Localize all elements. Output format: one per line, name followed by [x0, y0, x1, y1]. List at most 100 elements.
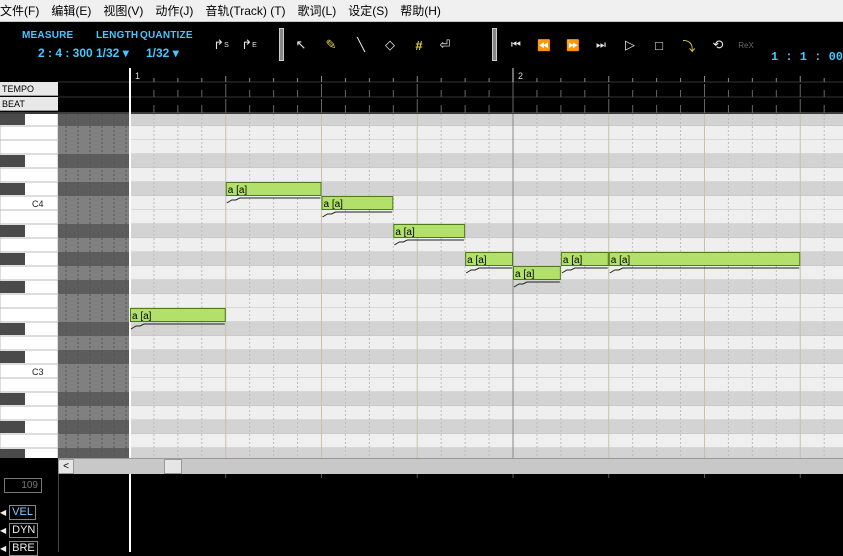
note-lane	[130, 378, 843, 392]
note-lane	[130, 448, 843, 458]
piano-roll[interactable]: C4 C3 a [a] a [a] a [a] a [a] a [a] a [a] a [a] a…	[0, 114, 843, 458]
c4-label: C4	[32, 199, 44, 209]
scroll-left-icon[interactable]: <	[58, 459, 74, 474]
beat-label: BEAT	[0, 97, 58, 111]
stop-icon[interactable]: □	[650, 36, 668, 54]
note-lane	[130, 308, 843, 322]
toolbar-separator	[492, 28, 497, 61]
preroll-lane	[58, 336, 130, 350]
rewire-icon[interactable]: ReX	[737, 36, 755, 54]
end-marker-icon[interactable]: ↱ E	[240, 36, 258, 54]
rewind-icon[interactable]: ⏪	[535, 36, 553, 54]
rewind-to-start-icon[interactable]: ⏮	[507, 36, 525, 54]
preroll-lane	[58, 294, 130, 308]
ruler: TEMPO BEAT 1 2	[0, 68, 843, 114]
preroll-lane	[58, 168, 130, 182]
arrow-tool-icon[interactable]: ↖	[292, 36, 310, 54]
ruler-grid	[0, 68, 843, 114]
note-lane	[130, 434, 843, 448]
note-lyric: a [a]	[228, 185, 248, 196]
note-lane	[130, 238, 843, 252]
preroll-lane	[58, 182, 130, 196]
quantize-value: 1/32	[146, 46, 170, 60]
note-lane	[130, 294, 843, 308]
control-option-dyn[interactable]: ◀ DYN	[0, 523, 39, 538]
menu-item-6[interactable]: 设定(S)	[348, 2, 394, 19]
preroll-lane	[58, 406, 130, 420]
piano-roll-canvas[interactable]: C4 C3 a [a] a [a] a [a] a [a] a [a] a [a] a [a] a…	[0, 114, 843, 458]
pencil-tool-icon[interactable]: ✎	[322, 36, 340, 54]
white-key	[0, 363, 59, 379]
menu-item-3[interactable]: 动作(J)	[155, 2, 199, 19]
scroll-thumb[interactable]	[164, 459, 182, 474]
menu-item-1[interactable]: 编辑(E)	[51, 2, 97, 19]
note-lane	[130, 114, 843, 126]
chevron-down-icon: ▾	[119, 46, 129, 60]
fast-forward-icon[interactable]: ⏩	[564, 36, 582, 54]
white-key	[0, 139, 59, 155]
grid-snap-icon[interactable]: #	[410, 36, 428, 54]
control-option-bre[interactable]: ◀ BRE	[0, 541, 38, 556]
preroll-lane	[58, 420, 130, 434]
preroll-lane	[58, 434, 130, 448]
menu-item-7[interactable]: 帮助(H)	[400, 2, 447, 19]
note-lyric: a [a]	[324, 199, 344, 210]
white-key	[0, 265, 59, 281]
chevron-left-icon: ◀	[0, 508, 7, 517]
preroll-lane	[58, 210, 130, 224]
note-lane	[130, 406, 843, 420]
black-key	[0, 449, 25, 458]
control-grid	[129, 474, 801, 552]
black-key	[0, 253, 25, 265]
note-lane	[130, 140, 843, 154]
black-key	[0, 281, 25, 293]
auto-vibrato-icon[interactable]: ⏎	[436, 36, 454, 54]
scroll-corner	[0, 458, 58, 474]
preroll-lane	[58, 364, 130, 378]
eraser-tool-icon[interactable]: ◇	[381, 36, 399, 54]
menu-bar: 文件(F) 编辑(E) 视图(V) 动作(J) 音轨(Track) (T) 歌词(L) 设定…	[0, 0, 843, 22]
note-lane	[130, 392, 843, 406]
black-key	[0, 421, 25, 433]
length-label: LENGTH	[96, 30, 139, 41]
menu-item-2[interactable]: 视图(V)	[103, 2, 149, 19]
black-key	[0, 351, 25, 363]
horizontal-scrollbar[interactable]: <	[58, 458, 843, 474]
preroll-lane	[58, 126, 130, 140]
measure-label: MEASURE	[22, 30, 74, 41]
note-lyric: a [a]	[563, 255, 583, 266]
forward-to-end-icon[interactable]: ⏭	[592, 36, 610, 54]
white-key	[0, 433, 59, 449]
start-marker-icon[interactable]: ↱ S	[212, 36, 230, 54]
tempo-label: TEMPO	[0, 82, 58, 96]
note-lyric: a [a]	[467, 255, 487, 266]
note-lyric: a [a]	[611, 255, 631, 266]
note-lane	[130, 154, 843, 168]
record-icon[interactable]: ⤵	[680, 36, 698, 54]
menu-item-0[interactable]: 文件(F)	[0, 2, 45, 19]
note-lane	[130, 280, 843, 294]
length-value: 1/32	[96, 46, 120, 60]
preroll-lane	[58, 196, 130, 210]
menu-item-4[interactable]: 音轨(Track) (T)	[205, 2, 291, 19]
length-select[interactable]: 1/32 ▾	[96, 46, 129, 60]
preroll-lane	[58, 114, 130, 126]
measure-number-1: 1	[135, 71, 141, 81]
preroll-lane	[58, 308, 130, 322]
preroll-lane	[58, 322, 130, 336]
black-key	[0, 155, 25, 167]
measure-value: 2 : 4 : 300	[38, 46, 93, 60]
menu-item-5[interactable]: 歌词(L)	[298, 2, 343, 19]
preroll-lane	[58, 224, 130, 238]
control-option-vel[interactable]: ◀ VEL	[0, 505, 36, 520]
quantize-select[interactable]: 1/32 ▾	[146, 46, 179, 60]
note-body	[608, 252, 801, 266]
note-lane	[130, 224, 843, 238]
note-lane	[130, 126, 843, 140]
note-lane	[130, 322, 843, 336]
play-icon[interactable]: ▷	[621, 36, 639, 54]
control-track[interactable]: 109 ◀ VEL ◀ DYN ◀ BRE	[0, 474, 843, 556]
dyn-label: DYN	[9, 523, 39, 538]
loop-icon[interactable]: ⟲	[709, 36, 727, 54]
line-tool-icon[interactable]: ╲	[352, 36, 370, 54]
